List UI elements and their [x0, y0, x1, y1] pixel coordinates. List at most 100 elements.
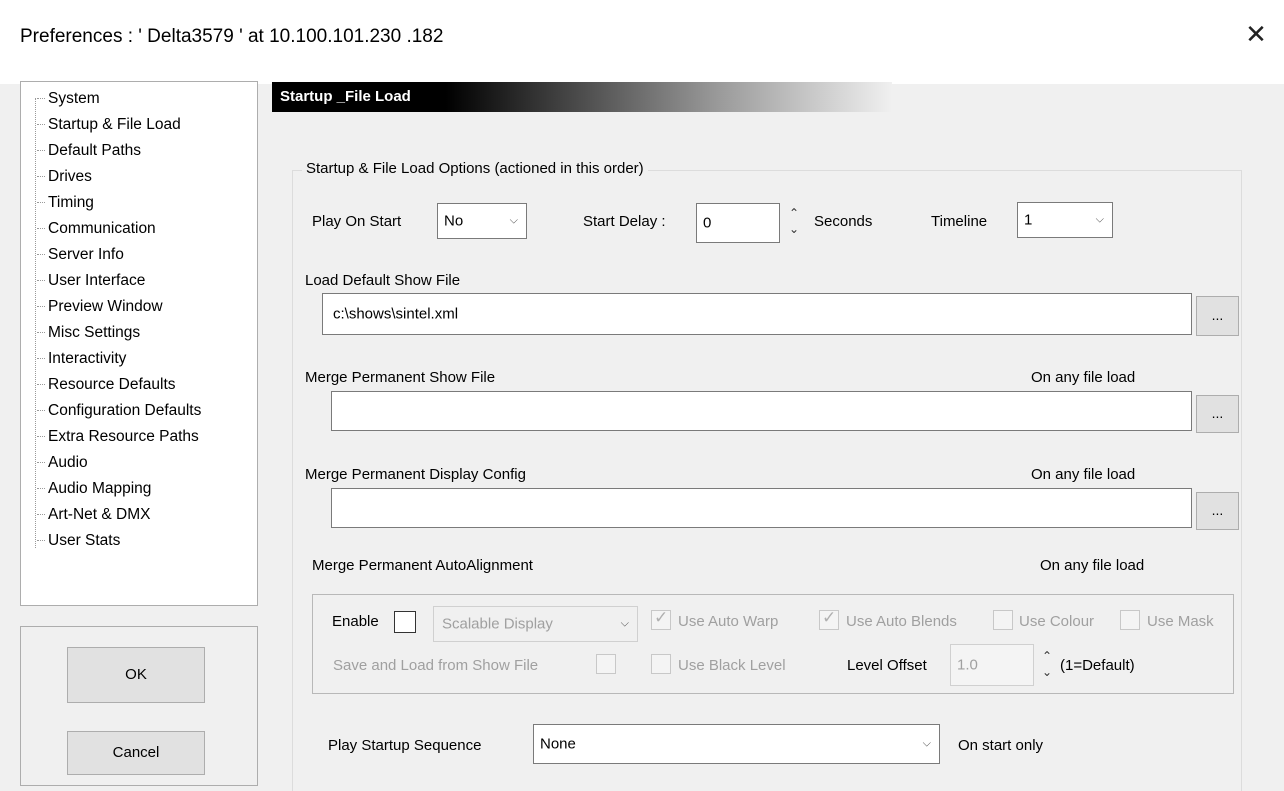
- startup-sequence-label: Play Startup Sequence: [328, 737, 482, 754]
- start-delay-value: 0: [703, 214, 712, 232]
- display-type-select[interactable]: Scalable Display ⌵: [433, 606, 638, 642]
- ok-button[interactable]: OK: [67, 647, 205, 703]
- level-offset-hint: (1=Default): [1060, 657, 1135, 674]
- tree-item-misc-settings[interactable]: Misc Settings: [37, 320, 140, 346]
- browse-merge-display-button[interactable]: ...: [1196, 492, 1239, 530]
- tree-item-label: Startup & File Load: [48, 116, 181, 133]
- timeline-select[interactable]: 1 ⌵: [1017, 202, 1113, 238]
- tree-item-user-stats[interactable]: User Stats: [37, 528, 120, 554]
- merge-show-input[interactable]: [331, 391, 1192, 431]
- merge-display-input[interactable]: [331, 488, 1192, 528]
- tree-item-label: Audio: [48, 454, 88, 471]
- use-auto-blends-checkbox[interactable]: ✓: [819, 608, 839, 630]
- chevron-down-icon: ⌵: [922, 737, 931, 750]
- use-black-level-label: Use Black Level: [678, 657, 786, 674]
- tree-item-server-info[interactable]: Server Info: [37, 242, 124, 268]
- level-offset-value: 1.0: [957, 656, 978, 674]
- tree-item-label: Interactivity: [48, 350, 127, 367]
- timeline-value: 1: [1024, 211, 1033, 229]
- level-offset-input[interactable]: 1.0: [950, 644, 1034, 686]
- start-delay-spinner-icon[interactable]: ⌃ ⌄: [787, 205, 801, 241]
- tree-item-preview-window[interactable]: Preview Window: [37, 294, 163, 320]
- dialog-button-panel: OK Cancel: [20, 626, 258, 786]
- save-load-show-label: Save and Load from Show File: [333, 657, 539, 674]
- checkmark-icon: ✓: [654, 608, 669, 627]
- tree-item-label: Timing: [48, 194, 94, 211]
- display-type-value: Scalable Display: [442, 615, 553, 633]
- tree-item-label: Drives: [48, 168, 92, 185]
- play-on-start-label: Play On Start: [312, 213, 402, 230]
- tree-item-art-net-dmx[interactable]: Art-Net & DMX: [37, 502, 150, 528]
- use-colour-label: Use Colour: [1019, 613, 1095, 630]
- tree-item-startup-file-load[interactable]: Startup & File Load: [37, 112, 181, 138]
- use-colour-checkbox[interactable]: [993, 610, 1013, 630]
- merge-show-note: On any file load: [1031, 369, 1136, 386]
- tree-item-label: Preview Window: [48, 298, 163, 315]
- tree-item-label: Communication: [48, 220, 156, 237]
- section-title: Startup _File Load: [280, 88, 411, 105]
- close-icon[interactable]: ✕: [1244, 21, 1268, 47]
- tree-item-communication[interactable]: Communication: [37, 216, 156, 242]
- tree-item-interactivity[interactable]: Interactivity: [37, 346, 126, 372]
- tree-item-default-paths[interactable]: Default Paths: [37, 138, 141, 164]
- play-on-start-value: No: [444, 212, 464, 230]
- tree-item-audio[interactable]: Audio: [37, 450, 88, 476]
- play-on-start-select[interactable]: No ⌵: [437, 203, 527, 239]
- merge-autoalign-label: Merge Permanent AutoAlignment: [312, 557, 533, 574]
- merge-display-label: Merge Permanent Display Config: [305, 466, 526, 483]
- use-mask-checkbox[interactable]: [1120, 610, 1140, 630]
- checkmark-icon: ✓: [822, 608, 837, 627]
- tree-item-resource-defaults[interactable]: Resource Defaults: [37, 372, 176, 398]
- tree-item-extra-resource-paths[interactable]: Extra Resource Paths: [37, 424, 199, 450]
- startup-sequence-note: On start only: [958, 737, 1044, 754]
- seconds-label: Seconds: [814, 213, 873, 230]
- options-group-label: Startup & File Load Options (actioned in…: [302, 160, 648, 177]
- tree-item-label: System: [48, 90, 100, 107]
- load-default-show-input[interactable]: c:\shows\sintel.xml: [322, 293, 1192, 335]
- use-mask-label: Use Mask: [1147, 613, 1214, 630]
- load-default-show-label: Load Default Show File: [305, 272, 461, 289]
- settings-tree: System Startup & File Load Default Paths…: [20, 81, 258, 606]
- tree-item-audio-mapping[interactable]: Audio Mapping: [37, 476, 151, 502]
- use-auto-blends-label: Use Auto Blends: [846, 613, 957, 630]
- load-default-show-value: c:\shows\sintel.xml: [333, 305, 459, 323]
- tree-item-label: User Stats: [48, 532, 121, 549]
- chevron-down-icon: ⌵: [1095, 213, 1104, 226]
- tree-item-system[interactable]: System: [37, 86, 100, 112]
- tree-item-label: Art-Net & DMX: [48, 506, 151, 523]
- tree-item-label: Configuration Defaults: [48, 402, 202, 419]
- startup-sequence-select[interactable]: None ⌵: [533, 724, 940, 764]
- save-load-show-checkbox[interactable]: [596, 654, 616, 674]
- use-auto-warp-checkbox[interactable]: ✓: [651, 608, 671, 630]
- chevron-down-icon: ⌵: [509, 214, 518, 227]
- timeline-label: Timeline: [931, 213, 988, 230]
- merge-show-label: Merge Permanent Show File: [305, 369, 496, 386]
- cancel-button[interactable]: Cancel: [67, 731, 205, 775]
- tree-item-label: Extra Resource Paths: [48, 428, 199, 445]
- use-auto-warp-label: Use Auto Warp: [678, 613, 779, 630]
- enable-checkbox[interactable]: [394, 611, 416, 633]
- tree-item-label: Server Info: [48, 246, 124, 263]
- tree-item-label: Audio Mapping: [48, 480, 152, 497]
- level-offset-label: Level Offset: [847, 657, 927, 674]
- start-delay-label: Start Delay :: [583, 213, 666, 230]
- merge-autoalign-note: On any file load: [1040, 557, 1145, 574]
- use-black-level-checkbox[interactable]: [651, 654, 671, 674]
- section-header: Startup _File Load: [272, 82, 892, 112]
- startup-sequence-value: None: [540, 735, 576, 753]
- tree-item-label: User Interface: [48, 272, 146, 289]
- window-title: Preferences : ' Delta3579 ' at 10.100.10…: [20, 26, 444, 47]
- tree-item-label: Misc Settings: [48, 324, 141, 341]
- tree-item-configuration-defaults[interactable]: Configuration Defaults: [37, 398, 201, 424]
- tree-item-timing[interactable]: Timing: [37, 190, 94, 216]
- merge-display-note: On any file load: [1031, 466, 1136, 483]
- level-offset-spinner-icon[interactable]: ⌃ ⌄: [1040, 648, 1054, 684]
- tree-item-label: Default Paths: [48, 142, 142, 159]
- browse-merge-show-button[interactable]: ...: [1196, 395, 1239, 433]
- enable-label: Enable: [332, 613, 379, 630]
- tree-item-drives[interactable]: Drives: [37, 164, 92, 190]
- start-delay-input[interactable]: 0: [696, 203, 780, 243]
- browse-default-show-button[interactable]: ...: [1196, 296, 1239, 336]
- tree-item-user-interface[interactable]: User Interface: [37, 268, 145, 294]
- tree-item-label: Resource Defaults: [48, 376, 176, 393]
